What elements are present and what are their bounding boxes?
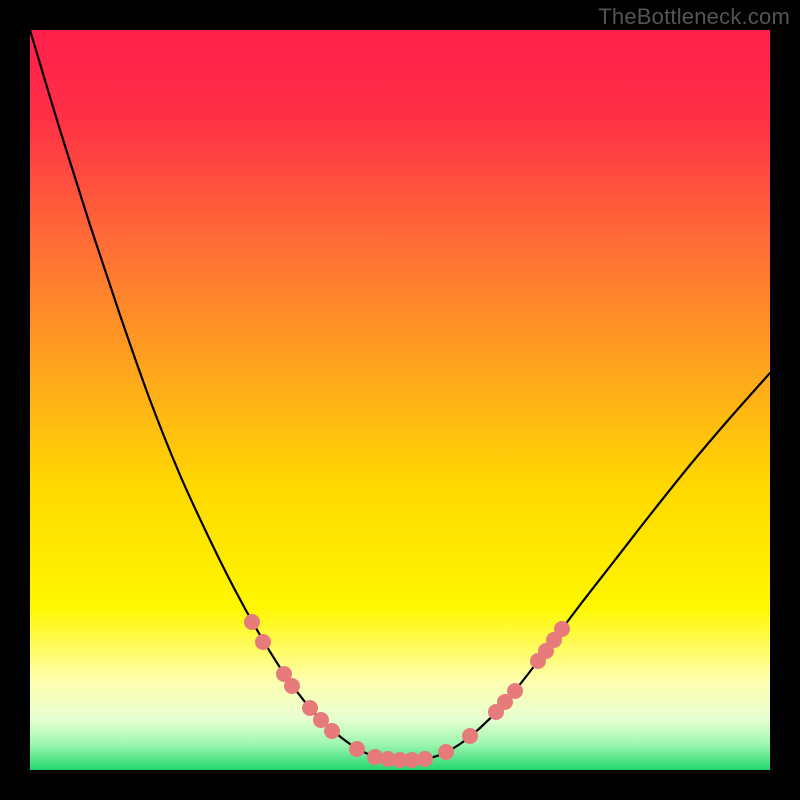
- data-dot: [284, 678, 300, 694]
- plot-area: [30, 30, 770, 770]
- data-dot: [438, 744, 454, 760]
- data-dot: [417, 751, 433, 767]
- data-dot: [324, 723, 340, 739]
- data-dot: [554, 621, 570, 637]
- data-dot: [255, 634, 271, 650]
- watermark-text: TheBottleneck.com: [598, 4, 790, 30]
- data-dot: [349, 741, 365, 757]
- chart-frame: TheBottleneck.com: [0, 0, 800, 800]
- data-dot: [507, 683, 523, 699]
- curve: [30, 30, 770, 770]
- data-dot: [462, 728, 478, 744]
- data-dot: [244, 614, 260, 630]
